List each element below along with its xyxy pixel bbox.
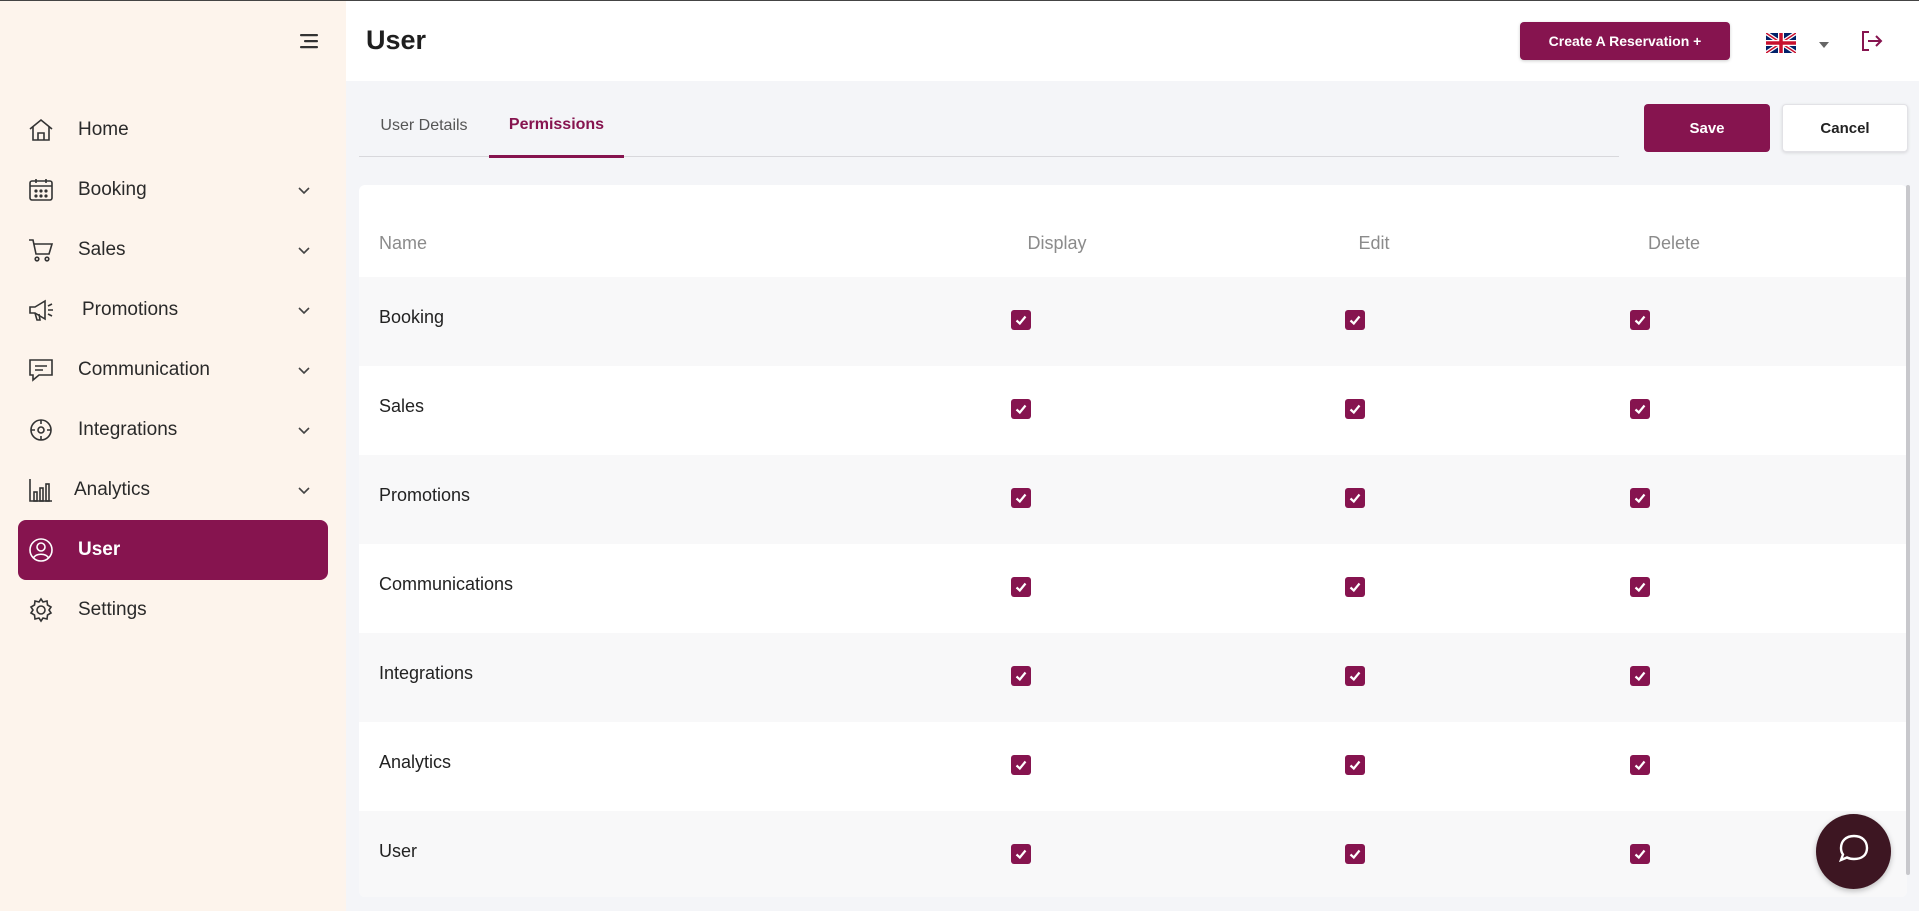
chevron-down-icon[interactable] bbox=[296, 182, 312, 198]
chat-bubble-icon bbox=[1836, 831, 1872, 872]
sidebar-item-home[interactable]: Home bbox=[18, 100, 328, 160]
sidebar-item-label: Communication bbox=[78, 359, 210, 380]
sidebar-item-settings[interactable]: Settings bbox=[18, 580, 328, 640]
delete-checkbox[interactable] bbox=[1630, 755, 1650, 775]
delete-checkbox[interactable] bbox=[1630, 666, 1650, 686]
permission-name: User bbox=[379, 841, 418, 861]
sidebar-item-label: Booking bbox=[78, 179, 147, 200]
menu-toggle-icon[interactable] bbox=[298, 31, 322, 51]
tab-bar: User Details Permissions bbox=[359, 95, 1619, 158]
chat-icon bbox=[26, 355, 56, 385]
sidebar-item-label: User bbox=[78, 539, 121, 560]
sidebar-item-sales[interactable]: Sales bbox=[18, 220, 328, 280]
sidebar-item-promotions[interactable]: Promotions bbox=[18, 280, 328, 340]
permission-name: Communications bbox=[379, 574, 514, 594]
edit-checkbox[interactable] bbox=[1345, 399, 1365, 419]
table-row: Promotions bbox=[359, 455, 1907, 544]
sidebar-item-label: Analytics bbox=[74, 479, 151, 500]
display-checkbox[interactable] bbox=[1011, 488, 1031, 508]
scrollbar[interactable] bbox=[1906, 185, 1910, 875]
permission-name: Booking bbox=[379, 307, 445, 327]
language-dropdown-caret-icon[interactable] bbox=[1818, 37, 1830, 48]
delete-checkbox[interactable] bbox=[1630, 399, 1650, 419]
table-row: Integrations bbox=[359, 633, 1907, 722]
delete-checkbox[interactable] bbox=[1630, 844, 1650, 864]
chevron-down-icon[interactable] bbox=[296, 362, 312, 378]
save-button[interactable]: Save bbox=[1644, 104, 1770, 152]
table-row: Communications bbox=[359, 544, 1907, 633]
chevron-down-icon[interactable] bbox=[296, 242, 312, 258]
edit-checkbox[interactable] bbox=[1345, 666, 1365, 686]
tab-user-details[interactable]: User Details bbox=[359, 95, 489, 157]
page-title: User bbox=[366, 25, 427, 55]
cart-icon bbox=[26, 235, 56, 265]
cancel-button[interactable]: Cancel bbox=[1782, 104, 1908, 152]
table-row: Booking bbox=[359, 277, 1907, 366]
uk-flag-icon[interactable] bbox=[1764, 31, 1798, 55]
sidebar-item-communication[interactable]: Communication bbox=[18, 340, 328, 400]
tab-permissions[interactable]: Permissions bbox=[489, 95, 624, 158]
calendar-icon bbox=[26, 175, 56, 205]
sidebar-item-label: Home bbox=[78, 119, 129, 140]
permission-name: Sales bbox=[379, 396, 425, 416]
table-header: Name Display Edit Delete bbox=[359, 185, 1907, 277]
display-checkbox[interactable] bbox=[1011, 399, 1031, 419]
sidebar-item-booking[interactable]: Booking bbox=[18, 160, 328, 220]
edit-checkbox[interactable] bbox=[1345, 488, 1365, 508]
sidebar-item-label: Integrations bbox=[78, 419, 178, 440]
create-reservation-button[interactable]: Create A Reservation + bbox=[1520, 22, 1730, 60]
sidebar-item-label: Sales bbox=[78, 239, 126, 260]
column-header-display: Display bbox=[1027, 233, 1087, 253]
chevron-down-icon[interactable] bbox=[296, 422, 312, 438]
delete-checkbox[interactable] bbox=[1630, 310, 1650, 330]
user-icon bbox=[26, 535, 56, 565]
home-icon bbox=[26, 115, 56, 145]
table-row: Sales bbox=[359, 366, 1907, 455]
megaphone-icon bbox=[26, 295, 56, 325]
edit-checkbox[interactable] bbox=[1345, 755, 1365, 775]
delete-checkbox[interactable] bbox=[1630, 577, 1650, 597]
display-checkbox[interactable] bbox=[1011, 844, 1031, 864]
column-header-delete: Delete bbox=[1647, 233, 1701, 253]
sidebar-item-user[interactable]: User bbox=[18, 520, 328, 580]
display-checkbox[interactable] bbox=[1011, 310, 1031, 330]
topbar: User Create A Reservation + bbox=[346, 1, 1919, 81]
edit-checkbox[interactable] bbox=[1345, 577, 1365, 597]
chevron-down-icon[interactable] bbox=[296, 482, 312, 498]
logout-icon[interactable] bbox=[1858, 28, 1884, 54]
sidebar-item-analytics[interactable]: Analytics bbox=[18, 460, 328, 520]
sidebar-nav: Home Booking Sales Promotions Communicat… bbox=[18, 100, 328, 640]
column-header-name: Name bbox=[379, 233, 428, 253]
column-header-edit: Edit bbox=[1358, 233, 1390, 253]
live-chat-button[interactable] bbox=[1816, 814, 1891, 889]
delete-checkbox[interactable] bbox=[1630, 488, 1650, 508]
display-checkbox[interactable] bbox=[1011, 577, 1031, 597]
table-row: Analytics bbox=[359, 722, 1907, 811]
table-row: User bbox=[359, 811, 1907, 897]
gear-icon bbox=[26, 595, 56, 625]
permission-name: Integrations bbox=[379, 663, 474, 683]
sidebar: Home Booking Sales Promotions Communicat… bbox=[0, 1, 346, 911]
permission-name: Analytics bbox=[379, 752, 452, 772]
integrations-icon bbox=[26, 415, 56, 445]
sidebar-item-label: Settings bbox=[78, 599, 147, 620]
edit-checkbox[interactable] bbox=[1345, 844, 1365, 864]
display-checkbox[interactable] bbox=[1011, 755, 1031, 775]
display-checkbox[interactable] bbox=[1011, 666, 1031, 686]
permissions-table: Name Display Edit Delete Booking Sales Pro… bbox=[359, 185, 1907, 897]
edit-checkbox[interactable] bbox=[1345, 310, 1365, 330]
sidebar-item-label: Promotions bbox=[82, 299, 179, 320]
permission-name: Promotions bbox=[379, 485, 471, 505]
chevron-down-icon[interactable] bbox=[296, 302, 312, 318]
sidebar-item-integrations[interactable]: Integrations bbox=[18, 400, 328, 460]
bar-chart-icon bbox=[26, 475, 56, 505]
